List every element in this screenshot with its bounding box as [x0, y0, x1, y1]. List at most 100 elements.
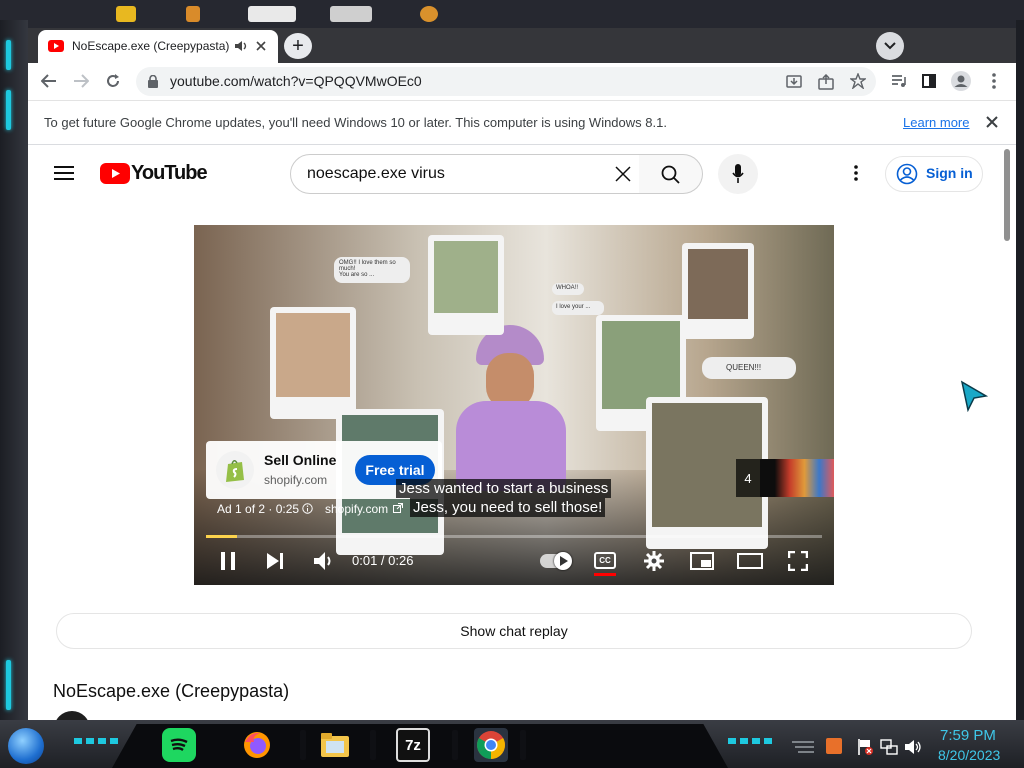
- pause-icon[interactable]: [220, 552, 236, 570]
- search-input[interactable]: noescape.exe virus: [290, 154, 642, 194]
- voice-search-button[interactable]: [718, 154, 758, 194]
- search-button[interactable]: [639, 154, 703, 194]
- avatar-icon: [951, 71, 971, 91]
- microphone-icon: [732, 164, 744, 183]
- video-player[interactable]: OMG!! I love them so much! You are so ..…: [194, 225, 834, 585]
- cursor-icon: [960, 380, 988, 412]
- reload-button[interactable]: [100, 68, 126, 94]
- desktop-top-strip: [0, 0, 1024, 28]
- taskbar-date: 8/20/2023: [938, 747, 1001, 763]
- comment-bubble-text: You are so ...: [339, 272, 375, 278]
- youtube-logo[interactable]: YouTube: [100, 162, 208, 186]
- photo-card: [428, 235, 504, 335]
- url-text: youtube.com/watch?v=QPQQVMwOEc0: [170, 73, 422, 89]
- search-icon: [661, 165, 680, 184]
- show-chat-replay-button[interactable]: Show chat replay: [56, 613, 972, 649]
- ad-link[interactable]: shopify.com: [325, 502, 388, 516]
- info-icon[interactable]: [302, 503, 313, 514]
- frame-glow: [6, 660, 11, 710]
- youtube-logo-text: YouTube: [131, 162, 208, 184]
- time-display: 0:01 / 0:26: [352, 553, 414, 568]
- start-button[interactable]: [8, 728, 44, 764]
- autoplay-toggle[interactable]: [540, 552, 572, 570]
- infobar-close-icon[interactable]: [986, 116, 998, 128]
- media-control-button[interactable]: [886, 68, 912, 94]
- photo-card: [270, 307, 356, 419]
- ad-title: Sell Online: [264, 452, 337, 468]
- taskbar-app-7zip[interactable]: 7z: [396, 728, 430, 762]
- chrome-icon: [477, 731, 505, 759]
- volume-tray-icon[interactable]: [904, 738, 922, 756]
- comment-bubble: WHOA!!: [552, 283, 584, 295]
- sign-in-label: Sign in: [926, 165, 973, 181]
- comment-bubble-text: QUEEN!!!: [726, 363, 762, 372]
- miniplayer-icon[interactable]: [690, 552, 714, 570]
- cc-active-indicator: [594, 573, 616, 576]
- bookmark-star-icon[interactable]: [850, 73, 866, 89]
- profile-button[interactable]: [948, 68, 974, 94]
- tab-search-button[interactable]: [876, 32, 904, 60]
- channel-avatar[interactable]: [54, 711, 90, 720]
- clear-search-icon[interactable]: [615, 166, 631, 182]
- hamburger-menu-icon[interactable]: [54, 165, 74, 181]
- volume-icon[interactable]: [313, 551, 335, 571]
- comment-bubble-text: OMG!! I love them so much!: [339, 260, 396, 272]
- spotify-icon: [170, 738, 188, 751]
- theater-mode-icon[interactable]: [737, 553, 763, 569]
- back-button[interactable]: [36, 68, 62, 94]
- autoplay-knob: [554, 552, 572, 570]
- action-center-flag-icon[interactable]: [856, 738, 874, 756]
- install-app-icon[interactable]: [786, 74, 802, 90]
- tray-app-icon[interactable]: [826, 738, 842, 754]
- external-link-icon: [393, 503, 403, 513]
- next-ad-thumbnail: [760, 459, 834, 497]
- desktop-icon[interactable]: [186, 6, 200, 22]
- address-bar[interactable]: youtube.com/watch?v=QPQQVMwOEc0: [136, 67, 876, 96]
- tab-title: NoEscape.exe (Creepypasta): [72, 39, 230, 53]
- chrome-menu-button[interactable]: [981, 68, 1007, 94]
- comment-bubble: QUEEN!!!: [702, 357, 796, 379]
- desktop-icon[interactable]: [420, 6, 438, 22]
- account-circle-icon: [896, 163, 918, 185]
- desktop-icon[interactable]: [116, 6, 136, 22]
- frame-glow: [6, 40, 11, 70]
- taskbar-decoration: [728, 738, 772, 748]
- taskbar-app-spotify[interactable]: [162, 728, 196, 762]
- network-icon[interactable]: [880, 738, 898, 756]
- cc-button[interactable]: CC: [594, 552, 616, 569]
- tray-menu-icon[interactable]: [792, 740, 814, 754]
- next-icon[interactable]: [266, 552, 284, 570]
- new-tab-button[interactable]: +: [284, 33, 312, 59]
- side-panel-button[interactable]: [916, 68, 942, 94]
- fullscreen-icon[interactable]: [788, 551, 808, 571]
- taskbar-separator: [300, 730, 306, 760]
- share-icon[interactable]: [818, 74, 834, 90]
- firefox-icon: [244, 732, 270, 758]
- taskbar-app-chrome[interactable]: [474, 728, 508, 762]
- speaker-icon[interactable]: [234, 40, 248, 52]
- youtube-favicon-icon: [48, 40, 64, 52]
- infobar-message: To get future Google Chrome updates, you…: [44, 115, 667, 130]
- lock-icon: [148, 75, 158, 88]
- forward-arrow-icon: [74, 74, 89, 88]
- desktop-icon[interactable]: [248, 6, 296, 22]
- search-query: noescape.exe virus: [307, 165, 445, 182]
- youtube-play-icon: [100, 163, 130, 184]
- desktop-icon[interactable]: [330, 6, 372, 22]
- taskbar-app-firefox[interactable]: [240, 728, 274, 762]
- taskbar-separator: [370, 730, 376, 760]
- forward-button[interactable]: [68, 68, 94, 94]
- progress-bar[interactable]: [206, 535, 822, 538]
- reload-icon: [107, 74, 119, 87]
- sign-in-button[interactable]: Sign in: [885, 156, 983, 192]
- settings-gear-icon[interactable]: [644, 551, 664, 571]
- side-panel-icon: [922, 74, 936, 88]
- learn-more-link[interactable]: Learn more: [903, 115, 969, 130]
- tab-close-icon[interactable]: [256, 41, 266, 51]
- taskbar-app-file-explorer[interactable]: [318, 728, 352, 762]
- comment-bubble: I love your ...: [552, 301, 604, 315]
- window-frame-left: [0, 20, 28, 720]
- page-scrollbar-thumb[interactable]: [1004, 149, 1010, 241]
- settings-more-icon[interactable]: [854, 165, 858, 181]
- tab-active[interactable]: NoEscape.exe (Creepypasta): [38, 30, 278, 63]
